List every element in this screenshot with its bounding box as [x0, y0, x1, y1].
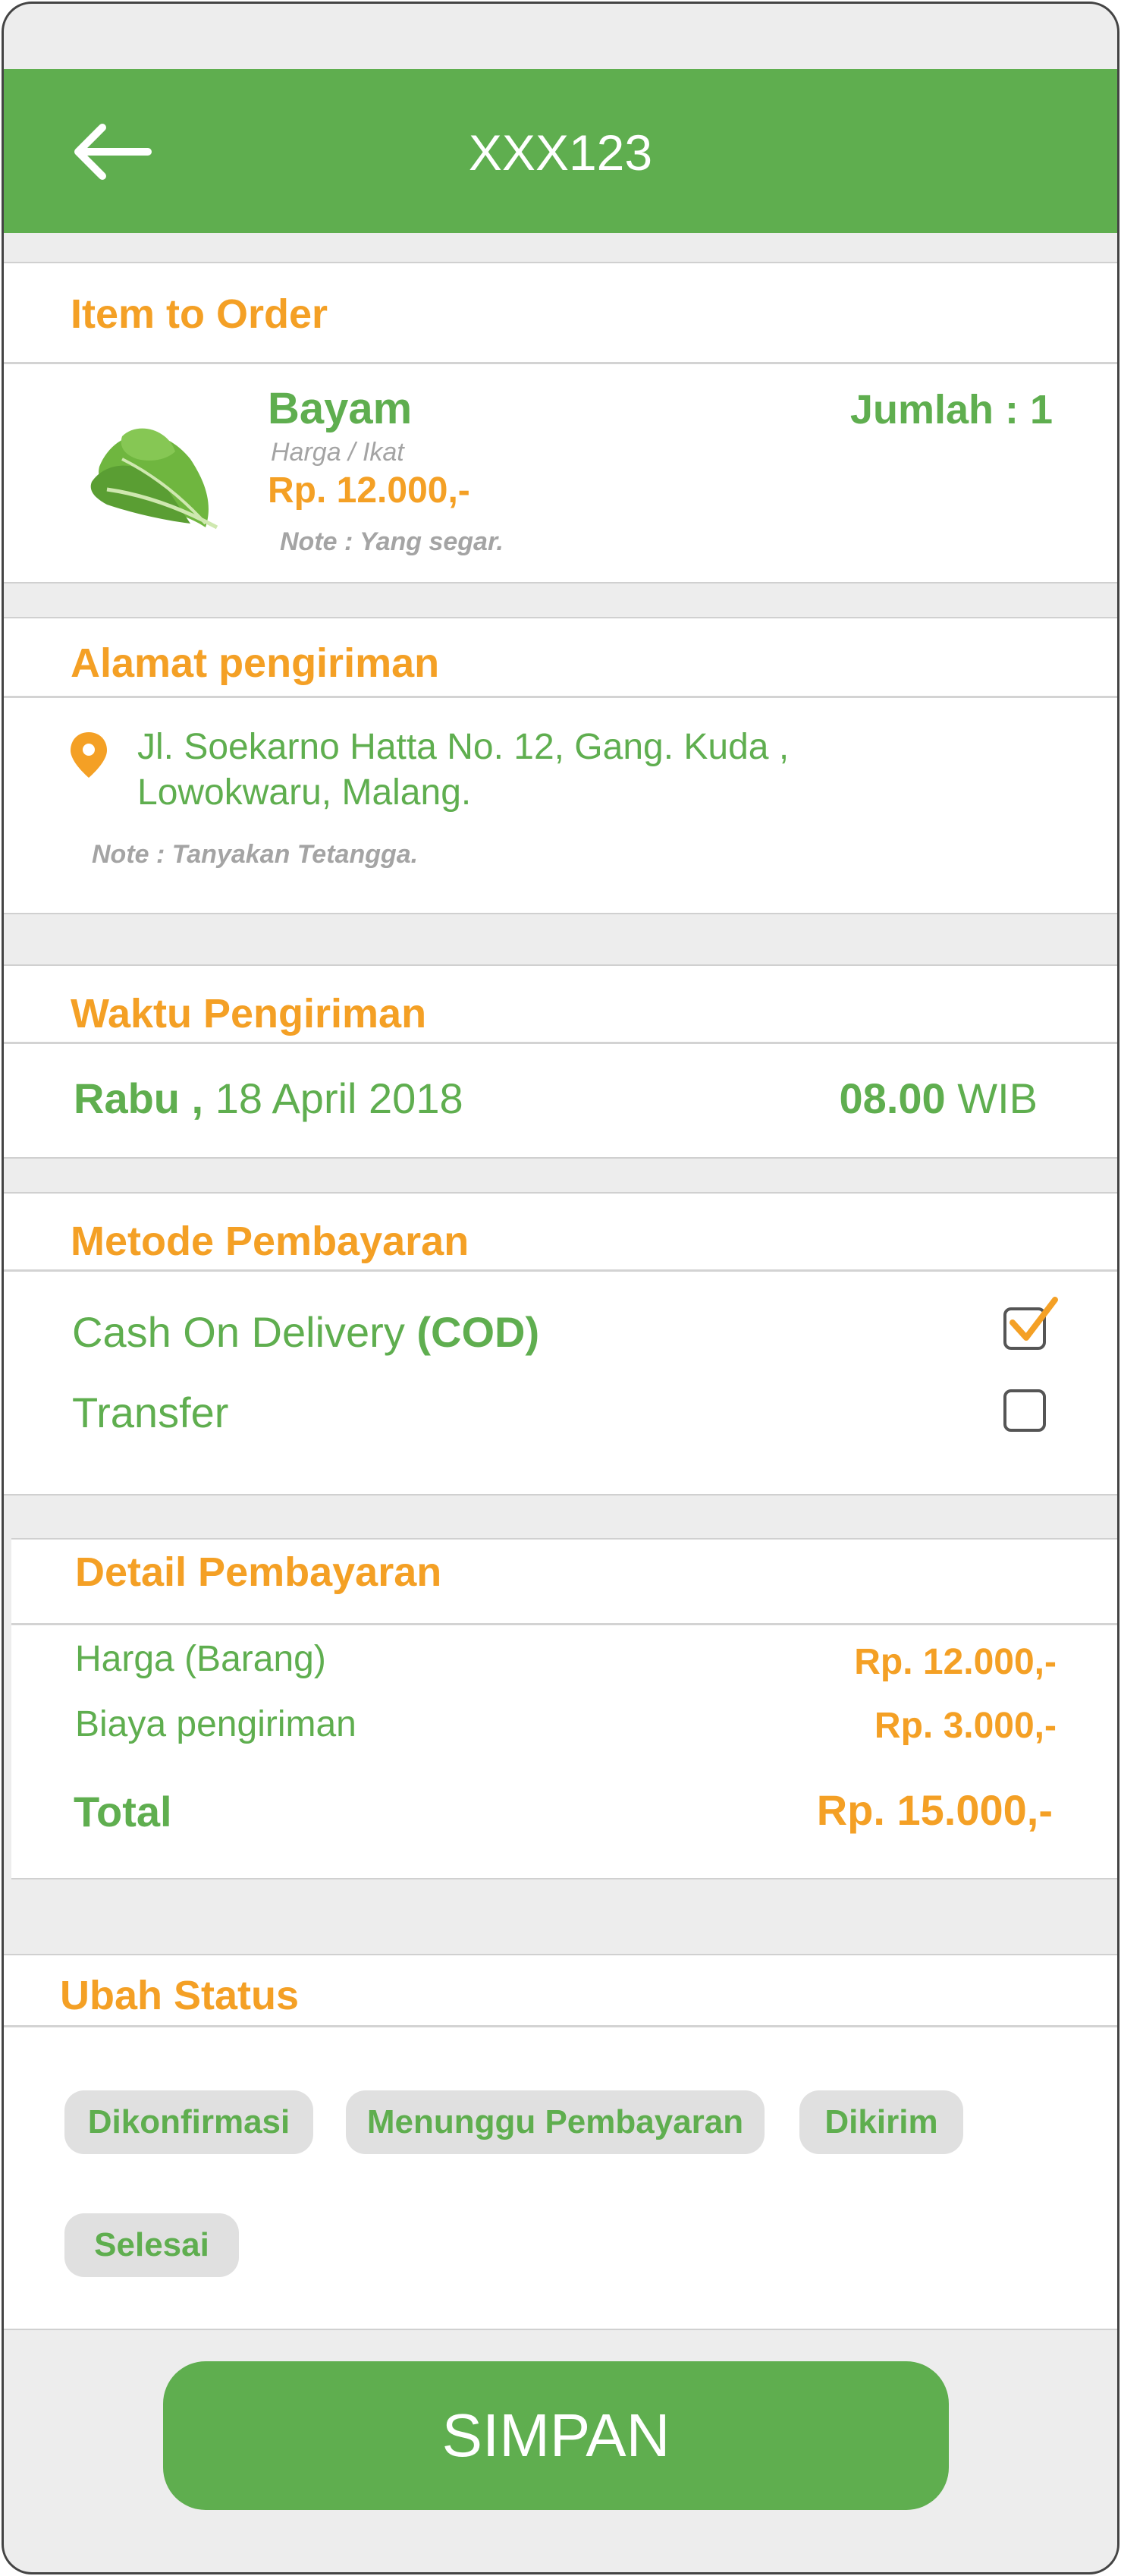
payment-option-cod[interactable]: Cash On Delivery (COD) [72, 1307, 539, 1357]
item-note: Note : Yang segar. [280, 527, 504, 556]
payment-option-transfer[interactable]: Transfer [72, 1388, 228, 1437]
save-button[interactable]: SIMPAN [163, 2361, 949, 2510]
address-note: Note : Tanyakan Tetangga. [92, 840, 419, 869]
delivery-date-text: 18 April 2018 [215, 1074, 463, 1122]
transfer-checkbox[interactable] [1003, 1389, 1046, 1432]
status-chip-menunggu-pembayaran[interactable]: Menunggu Pembayaran [346, 2090, 765, 2154]
item-price: Rp. 12.000,- [268, 470, 470, 511]
delivery-time: 08.00 WIB [840, 1074, 1038, 1123]
status-chip-dikirim[interactable]: Dikirim [799, 2090, 963, 2154]
address-section-heading: Alamat pengiriman [71, 640, 440, 686]
item-quantity: Jumlah : 1 [849, 387, 1053, 432]
address-line-1: Jl. Soekarno Hatta No. 12, Gang. Kuda , [137, 727, 790, 767]
delivery-date: Rabu , 18 April 2018 [74, 1074, 463, 1123]
total-value: Rp. 15.000,- [816, 1786, 1053, 1834]
status-heading: Ubah Status [60, 1973, 300, 2018]
spinach-image [90, 428, 218, 530]
item-name: Bayam [268, 384, 413, 433]
delivery-time-value: 08.00 [839, 1074, 946, 1122]
divider [4, 1042, 1117, 1044]
status-chip-selesai[interactable]: Selesai [64, 2213, 239, 2277]
divider [4, 696, 1117, 698]
checkmark-icon [1010, 1297, 1058, 1341]
shipping-row-value: Rp. 3.000,- [874, 1706, 1057, 1746]
page-title: XXX123 [468, 124, 653, 181]
divider [4, 2025, 1117, 2027]
payment-method-heading: Metode Pembayaran [71, 1219, 469, 1264]
payment-option-label: Cash On Delivery [72, 1308, 405, 1356]
delivery-day: Rabu , [74, 1074, 204, 1122]
divider [4, 1269, 1117, 1272]
address-line-2: Lowokwaru, Malang. [137, 772, 472, 813]
item-unit-label: Harga / Ikat [271, 438, 404, 467]
location-pin-icon [71, 732, 107, 778]
item-section-heading: Item to Order [71, 291, 328, 337]
phone-frame: XXX123 Item to Order Bayam Harga / Ikat … [2, 2, 1119, 2574]
payment-detail-heading: Detail Pembayaran [75, 1549, 442, 1595]
divider [4, 362, 1117, 364]
shipping-row-label: Biaya pengiriman [75, 1704, 356, 1744]
price-row-label: Harga (Barang) [75, 1639, 326, 1679]
divider [11, 1623, 1117, 1625]
status-chip-dikonfirmasi[interactable]: Dikonfirmasi [64, 2090, 313, 2154]
total-label: Total [74, 1788, 172, 1835]
payment-option-suffix: (COD) [416, 1308, 540, 1356]
delivery-time-heading: Waktu Pengiriman [71, 991, 427, 1036]
price-row-value: Rp. 12.000,- [854, 1642, 1057, 1682]
delivery-time-zone: WIB [957, 1074, 1038, 1122]
